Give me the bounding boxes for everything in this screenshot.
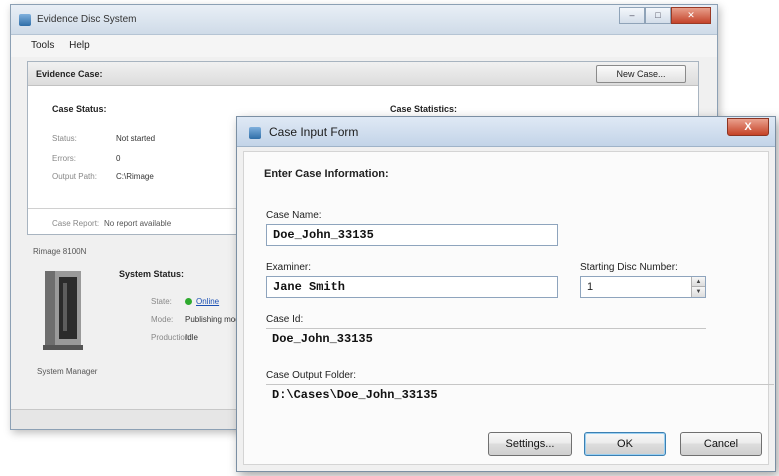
window-controls: – □ ✕: [619, 7, 711, 25]
menu-help[interactable]: Help: [63, 35, 96, 51]
errors-label: Errors:: [52, 154, 76, 163]
errors-value: 0: [116, 154, 121, 163]
dialog-titlebar: Case Input Form X: [237, 117, 775, 147]
disc-publisher-image: [43, 271, 83, 350]
case-output-folder-value: D:\Cases\Doe_John_33135: [266, 384, 774, 406]
output-path-row: Output Path: C:\Rimage: [52, 172, 154, 181]
maximize-icon[interactable]: □: [645, 7, 671, 24]
app-icon: [19, 14, 31, 26]
case-status-title: Case Status:: [52, 104, 107, 114]
case-output-folder-label: Case Output Folder:: [266, 370, 357, 381]
evidence-case-header: Evidence Case: New Case...: [28, 62, 698, 86]
output-path-value: C:\Rimage: [116, 172, 154, 181]
case-id-value: Doe_John_33135: [266, 328, 706, 350]
stepper-down-icon[interactable]: ▼: [692, 287, 705, 297]
stepper-buttons: ▲ ▼: [691, 277, 705, 297]
mode-label: Mode:: [151, 315, 174, 324]
dialog-body: Enter Case Information: Case Name: Doe_J…: [243, 151, 774, 465]
examiner-label: Examiner:: [266, 262, 312, 273]
production-value: Idle: [185, 333, 198, 342]
ok-button[interactable]: OK: [584, 432, 666, 456]
output-path-label: Output Path:: [52, 172, 97, 181]
form-heading: Enter Case Information:: [264, 168, 389, 180]
case-report-label: Case Report:: [52, 219, 100, 228]
status-row: Status: Not started: [52, 134, 155, 143]
system-manager-link[interactable]: System Manager: [37, 367, 97, 376]
main-window-title: Evidence Disc System: [37, 14, 137, 25]
starting-disc-number-stepper[interactable]: 1 ▲ ▼: [580, 276, 706, 298]
case-name-input[interactable]: Doe_John_33135: [266, 224, 558, 246]
state-label: State:: [151, 297, 172, 306]
starting-disc-number-value: 1: [587, 281, 594, 293]
mode-row: Mode: Publishing mod: [151, 315, 240, 324]
case-input-form-dialog: Case Input Form X Enter Case Information…: [236, 116, 776, 472]
case-id-label: Case Id:: [266, 314, 304, 325]
online-status-icon: [185, 298, 192, 306]
case-report-value: No report available: [104, 219, 172, 228]
examiner-input[interactable]: Jane Smith: [266, 276, 558, 298]
mode-value: Publishing mod: [185, 315, 240, 324]
dialog-title: Case Input Form: [269, 125, 359, 139]
evidence-case-label: Evidence Case:: [36, 69, 103, 79]
menu-tools[interactable]: Tools: [11, 35, 60, 51]
state-row: State: Online: [151, 297, 219, 306]
case-name-label: Case Name:: [266, 210, 322, 221]
minimize-icon[interactable]: –: [619, 7, 645, 24]
dialog-close-icon[interactable]: X: [727, 118, 769, 136]
online-link[interactable]: Online: [196, 297, 219, 306]
new-case-button[interactable]: New Case...: [596, 65, 686, 83]
menu-bar: Tools Help: [11, 35, 717, 57]
cancel-button[interactable]: Cancel: [680, 432, 762, 456]
status-label: Status:: [52, 134, 77, 143]
stepper-up-icon[interactable]: ▲: [692, 277, 705, 287]
errors-row: Errors: 0: [52, 154, 120, 163]
settings-button[interactable]: Settings...: [488, 432, 572, 456]
status-value: Not started: [116, 134, 156, 143]
state-value: Online: [185, 297, 219, 306]
dialog-app-icon: [249, 127, 261, 139]
device-name: Rimage 8100N: [33, 247, 87, 256]
system-status-title: System Status:: [119, 269, 185, 279]
case-statistics-title: Case Statistics:: [390, 104, 458, 114]
production-row: Production: Idle: [151, 333, 198, 342]
main-titlebar: Evidence Disc System – □ ✕: [11, 5, 717, 35]
starting-disc-number-label: Starting Disc Number:: [580, 262, 678, 273]
close-icon[interactable]: ✕: [671, 7, 711, 24]
